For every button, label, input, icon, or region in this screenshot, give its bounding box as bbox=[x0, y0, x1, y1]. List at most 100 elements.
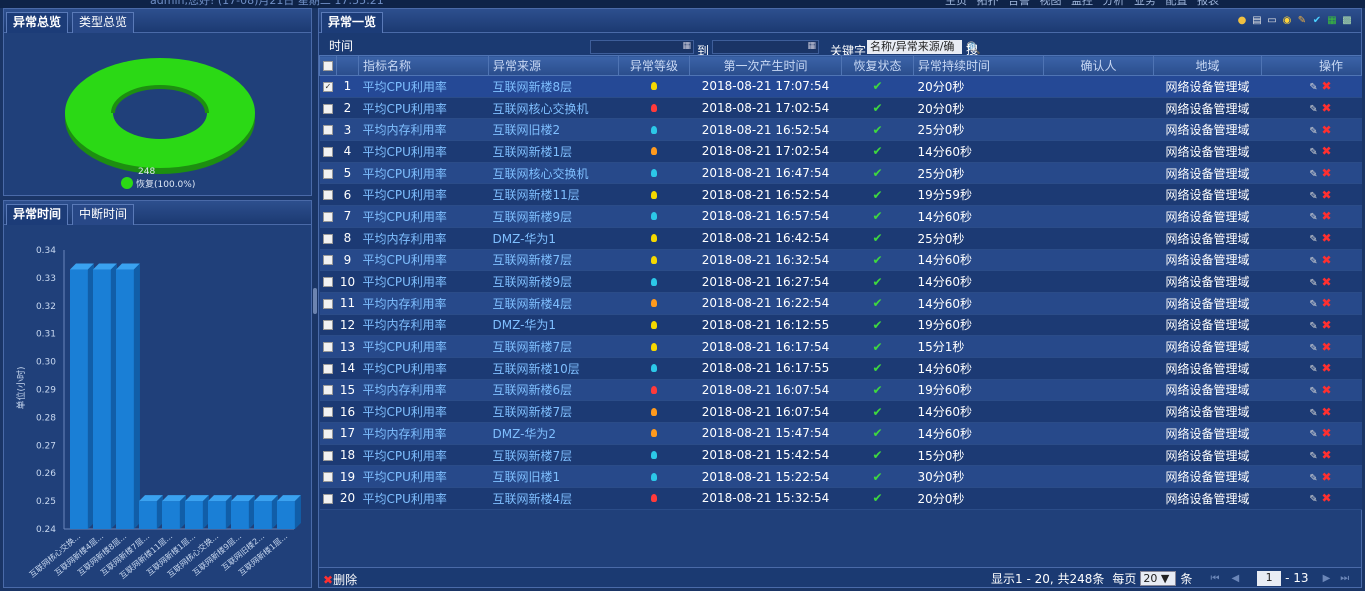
column-header-recovery[interactable]: 恢复状态 bbox=[841, 55, 914, 76]
column-header-confirmer[interactable]: 确认人 bbox=[1043, 55, 1154, 76]
delete-row-icon[interactable]: ✖ bbox=[1321, 188, 1331, 202]
column-header-duration[interactable]: 异常持续时间 bbox=[913, 55, 1044, 76]
column-header-source[interactable]: 异常来源 bbox=[488, 55, 619, 76]
source-link[interactable]: DMZ-华为1 bbox=[488, 227, 619, 250]
edit-icon[interactable]: ✎ bbox=[1309, 429, 1317, 440]
source-link[interactable]: DMZ-华为1 bbox=[488, 314, 619, 337]
row-checkbox[interactable] bbox=[323, 168, 333, 179]
calendar-icon[interactable]: ▦ bbox=[682, 41, 691, 51]
source-link[interactable]: 互联网新楼9层 bbox=[488, 270, 619, 293]
row-checkbox[interactable] bbox=[323, 385, 333, 396]
row-checkbox[interactable] bbox=[323, 407, 333, 418]
source-link[interactable]: 互联网核心交换机 bbox=[488, 162, 619, 185]
table-row[interactable]: 18 平均CPU利用率 互联网新楼7层 2018-08-21 15:42:54 ✔ 15分… bbox=[319, 444, 1362, 467]
edit-icon[interactable]: ✎ bbox=[1309, 169, 1317, 180]
metric-name-link[interactable]: 平均内存利用率 bbox=[358, 292, 489, 315]
bar[interactable] bbox=[93, 269, 111, 529]
row-checkbox[interactable] bbox=[323, 472, 333, 483]
metric-name-link[interactable]: 平均CPU利用率 bbox=[358, 465, 489, 489]
delete-row-icon[interactable]: ✖ bbox=[1321, 340, 1331, 354]
print-icon[interactable]: ▤ bbox=[1251, 15, 1263, 27]
source-link[interactable]: 互联网新楼7层 bbox=[488, 400, 619, 423]
table-row[interactable]: 6 平均CPU利用率 互联网新楼11层 2018-08-21 16:52:54 ✔ 19分… bbox=[319, 183, 1362, 207]
main-menu[interactable]: 主页 拓扑 告警 视图 监控 分析 业务 配置 报表 bbox=[945, 0, 1219, 8]
bar[interactable] bbox=[277, 501, 295, 529]
row-checkbox[interactable] bbox=[323, 211, 333, 222]
calendar-icon[interactable]: ▦ bbox=[807, 41, 816, 51]
column-header-region[interactable]: 地域 bbox=[1153, 55, 1262, 76]
row-checkbox[interactable] bbox=[323, 320, 333, 331]
metric-name-link[interactable]: 平均内存利用率 bbox=[358, 422, 489, 445]
page-input[interactable]: 1 bbox=[1257, 570, 1282, 586]
row-checkbox[interactable] bbox=[323, 298, 333, 309]
metric-name-link[interactable]: 平均CPU利用率 bbox=[358, 270, 489, 293]
table-row[interactable]: ✓ 1 平均CPU利用率 互联网新楼8层 2018-08-21 17:07:54 ✔ 20分… bbox=[319, 75, 1362, 98]
tab-exception-overview[interactable]: 异常总览 bbox=[6, 12, 69, 33]
metric-name-link[interactable]: 平均CPU利用率 bbox=[358, 487, 489, 510]
last-page-icon[interactable]: ⏭ bbox=[1340, 573, 1349, 584]
metric-name-link[interactable]: 平均CPU利用率 bbox=[358, 97, 489, 120]
edit-icon[interactable]: ✎ bbox=[1309, 451, 1317, 462]
delete-row-icon[interactable]: ✖ bbox=[1321, 426, 1331, 440]
delete-row-icon[interactable]: ✖ bbox=[1321, 101, 1331, 115]
edit-icon[interactable]: ✎ bbox=[1309, 321, 1317, 332]
delete-row-icon[interactable]: ✖ bbox=[1321, 318, 1331, 332]
export-icon[interactable]: ▩ bbox=[1341, 15, 1353, 27]
source-link[interactable]: 互联网核心交换机 bbox=[488, 97, 619, 120]
table-row[interactable]: 15 平均内存利用率 互联网新楼6层 2018-08-21 16:07:54 ✔ 19分6… bbox=[319, 379, 1362, 402]
end-date-input[interactable]: ▦ bbox=[712, 40, 819, 54]
table-row[interactable]: 17 平均内存利用率 DMZ-华为2 2018-08-21 15:47:54 ✔ 14分6… bbox=[319, 422, 1362, 445]
edit-icon[interactable]: ✎ bbox=[1309, 234, 1317, 245]
source-link[interactable]: 互联网新楼7层 bbox=[488, 444, 619, 467]
source-link[interactable]: 互联网新楼6层 bbox=[488, 379, 619, 402]
tab-interrupt-time[interactable]: 中断时间 bbox=[72, 204, 135, 225]
table-row[interactable]: 11 平均内存利用率 互联网新楼4层 2018-08-21 16:22:54 ✔ 14分6… bbox=[319, 292, 1362, 315]
source-link[interactable]: 互联网新楼10层 bbox=[488, 357, 619, 380]
user-icon[interactable]: ● bbox=[1236, 15, 1248, 27]
delete-row-icon[interactable]: ✖ bbox=[1321, 166, 1331, 180]
table-row[interactable]: 14 平均CPU利用率 互联网新楼10层 2018-08-21 16:17:55 ✔ 14… bbox=[319, 357, 1362, 380]
delete-row-icon[interactable]: ✖ bbox=[1321, 123, 1331, 137]
table-row[interactable]: 12 平均内存利用率 DMZ-华为1 2018-08-21 16:12:55 ✔ 19分6… bbox=[319, 314, 1362, 337]
panel-splitter-handle[interactable] bbox=[313, 288, 317, 314]
source-link[interactable]: 互联网新楼1层 bbox=[488, 140, 619, 163]
bar[interactable] bbox=[162, 501, 180, 529]
keyword-input[interactable]: 名称/异常来源/确 bbox=[867, 40, 962, 54]
metric-name-link[interactable]: 平均内存利用率 bbox=[358, 227, 489, 250]
metric-name-link[interactable]: 平均CPU利用率 bbox=[358, 205, 489, 228]
delete-row-icon[interactable]: ✖ bbox=[1321, 491, 1331, 505]
tab-type-overview[interactable]: 类型总览 bbox=[72, 12, 135, 33]
metric-name-link[interactable]: 平均内存利用率 bbox=[358, 118, 489, 142]
delete-row-icon[interactable]: ✖ bbox=[1321, 253, 1331, 267]
delete-row-icon[interactable]: ✖ bbox=[1321, 470, 1331, 484]
delete-row-icon[interactable]: ✖ bbox=[1321, 209, 1331, 223]
bar[interactable] bbox=[116, 269, 134, 529]
row-checkbox[interactable] bbox=[323, 428, 333, 439]
table-row[interactable]: 4 平均CPU利用率 互联网新楼1层 2018-08-21 17:02:54 ✔ 14分6… bbox=[319, 140, 1362, 163]
edit-icon[interactable]: ✎ bbox=[1309, 364, 1317, 375]
row-checkbox[interactable] bbox=[323, 277, 333, 288]
bar[interactable] bbox=[185, 501, 203, 529]
table-row[interactable]: 10 平均CPU利用率 互联网新楼9层 2018-08-21 16:27:54 ✔ 14分… bbox=[319, 270, 1362, 293]
edit-icon[interactable]: ✎ bbox=[1296, 15, 1308, 27]
column-header-metric[interactable]: 指标名称 bbox=[358, 55, 489, 76]
source-link[interactable]: 互联网新楼11层 bbox=[488, 183, 619, 207]
source-link[interactable]: 互联网新楼7层 bbox=[488, 249, 619, 272]
row-checkbox[interactable] bbox=[323, 233, 333, 244]
monitor-icon[interactable]: ▭ bbox=[1266, 15, 1278, 27]
column-header-first-time[interactable]: 第一次产生时间 bbox=[689, 55, 842, 76]
delete-row-icon[interactable]: ✖ bbox=[1321, 383, 1331, 397]
delete-row-icon[interactable]: ✖ bbox=[1321, 448, 1331, 462]
source-link[interactable]: 互联网新楼4层 bbox=[488, 487, 619, 510]
metric-name-link[interactable]: 平均CPU利用率 bbox=[358, 357, 489, 380]
table-row[interactable]: 5 平均CPU利用率 互联网核心交换机 2018-08-21 16:47:54 ✔ 25分… bbox=[319, 162, 1362, 185]
source-link[interactable]: 互联网新楼9层 bbox=[488, 205, 619, 228]
row-checkbox[interactable] bbox=[323, 190, 333, 201]
edit-icon[interactable]: ✎ bbox=[1309, 494, 1317, 505]
delete-row-icon[interactable]: ✖ bbox=[1321, 361, 1331, 375]
row-checkbox[interactable] bbox=[323, 450, 333, 461]
row-checkbox[interactable] bbox=[323, 493, 333, 504]
delete-row-icon[interactable]: ✖ bbox=[1321, 405, 1331, 419]
delete-row-icon[interactable]: ✖ bbox=[1321, 231, 1331, 245]
select-all-checkbox[interactable] bbox=[323, 61, 333, 71]
